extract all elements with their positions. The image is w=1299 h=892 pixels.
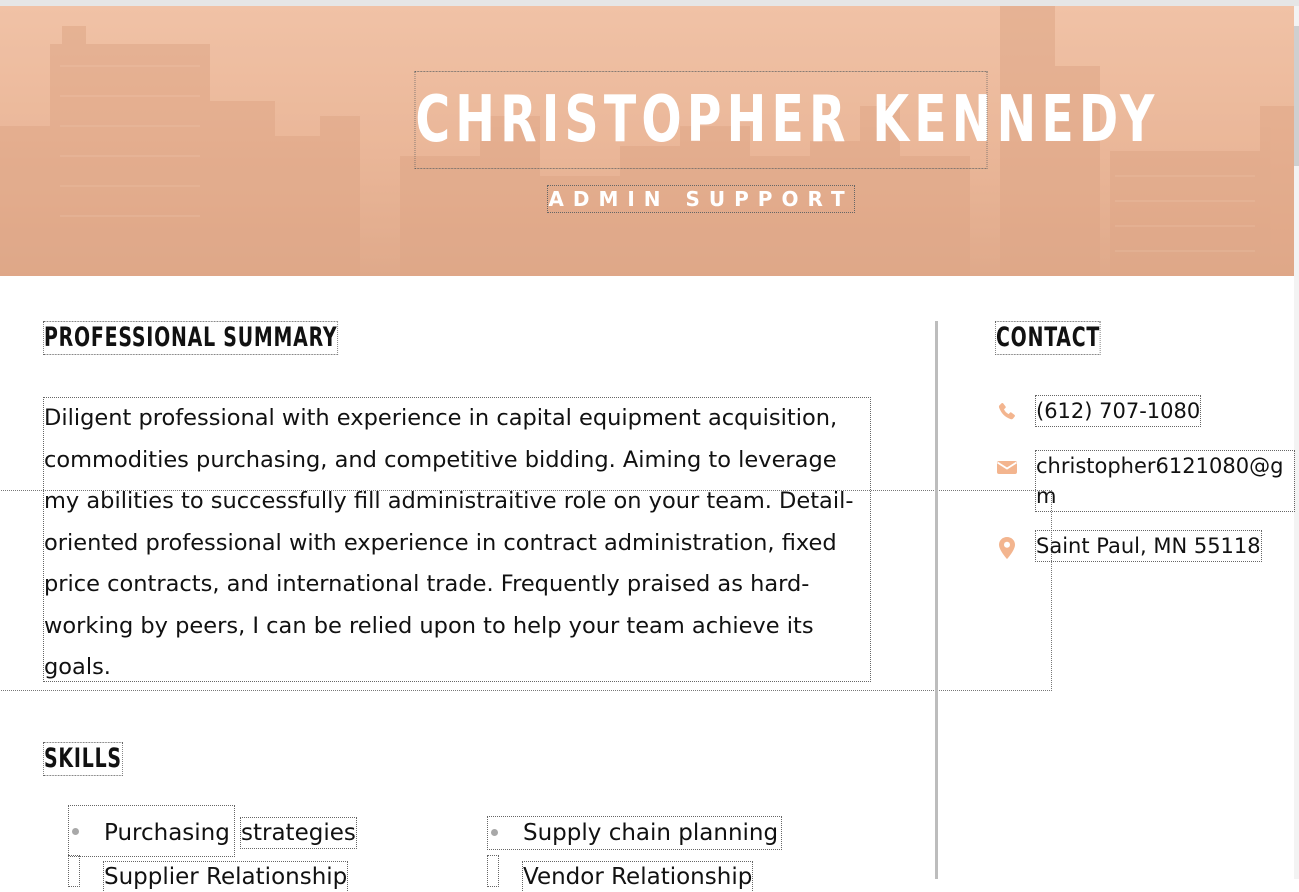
envelope-icon [995, 455, 1021, 481]
skill-text: Supplier Relationship [102, 861, 349, 892]
skill-text: Vendor Relationship [521, 861, 754, 892]
skill-text: strategies [240, 817, 357, 849]
email-text[interactable]: christopher6121080@gm [1035, 450, 1295, 512]
skill-text: Purchasing [104, 820, 230, 846]
scrollbar-thumb[interactable] [1294, 26, 1299, 166]
skill-item-box [487, 855, 499, 887]
skill-bullet [72, 828, 79, 835]
skill-item-box [68, 855, 80, 887]
skill-bullet [491, 829, 498, 836]
phone-icon [995, 400, 1021, 426]
summary-heading: PROFESSIONAL SUMMARY [43, 321, 339, 355]
map-pin-icon [995, 535, 1021, 561]
summary-text: Diligent professional with experience in… [43, 397, 871, 682]
contact-heading: CONTACT [995, 321, 1101, 355]
contact-phone: (612) 707-1080 [995, 395, 1202, 427]
contact-location: Saint Paul, MN 55118 [995, 530, 1262, 562]
scrollbar[interactable] [1294, 6, 1299, 879]
location-text: Saint Paul, MN 55118 [1035, 530, 1262, 562]
phone-text: (612) 707-1080 [1034, 395, 1202, 427]
contact-email: christopher6121080@gm [995, 450, 1295, 512]
column-divider [935, 321, 938, 879]
skills-heading: SKILLS [43, 742, 123, 776]
candidate-name: CHRISTOPHER KENNEDY [414, 71, 1154, 169]
skill-text: Supply chain planning [523, 820, 779, 846]
candidate-title: ADMIN SUPPORT [547, 185, 855, 213]
header-banner: CHRISTOPHER KENNEDY ADMIN SUPPORT [0, 6, 1294, 276]
